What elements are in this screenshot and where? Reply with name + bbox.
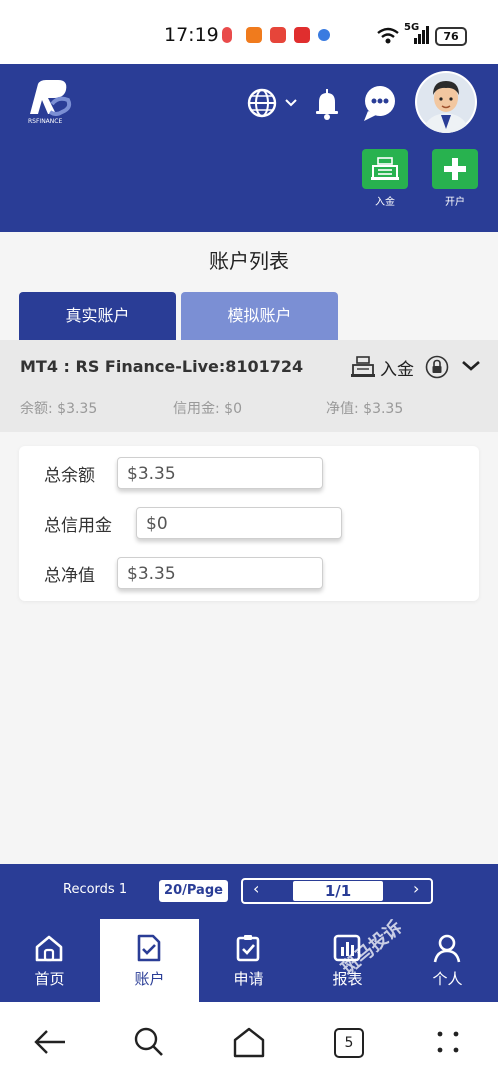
pagination-bar: Records 1 20/Page ‹ 1/1 › — [0, 864, 498, 919]
cash-register-icon — [371, 157, 399, 180]
system-navigation-bar: 5 — [0, 1002, 498, 1080]
back-icon[interactable] — [33, 1028, 67, 1056]
home-icon — [35, 935, 63, 962]
nav-label-apply: 申请 — [233, 970, 264, 988]
nav-item-account[interactable]: 账户 — [100, 919, 199, 1002]
status-time: 17:19 — [164, 24, 219, 46]
bottom-nav: 首页 账户 申请 报表 个人 — [0, 919, 498, 1002]
page-title: 账户列表 — [0, 232, 498, 292]
globe-icon — [247, 88, 297, 118]
page-navigator: ‹ 1/1 › — [241, 878, 433, 904]
user-avatar-icon — [417, 73, 475, 133]
plus-icon — [444, 158, 466, 180]
language-selector[interactable] — [247, 87, 297, 119]
total-credit-label: 总信用金 — [44, 516, 112, 536]
account-doc-icon — [137, 934, 161, 962]
deposit-label: 入金 — [375, 197, 395, 208]
current-page: 1/1 — [293, 881, 383, 901]
nav-label-account: 账户 — [134, 970, 165, 988]
total-equity-field: $3.35 — [117, 557, 323, 589]
app-notification-icon — [270, 27, 286, 43]
records-count: Records 1 — [63, 882, 128, 897]
battery-indicator: 76 — [435, 27, 467, 46]
logo-mark-icon — [30, 80, 72, 116]
deposit-quick-action[interactable]: 入金 — [362, 149, 408, 208]
open-account-quick-action[interactable]: 开户 — [432, 149, 478, 208]
home-icon[interactable] — [232, 1026, 266, 1058]
prev-page-icon[interactable]: ‹ — [253, 879, 259, 898]
open-account-label: 开户 — [445, 197, 465, 208]
chevron-down-icon — [285, 99, 297, 107]
account-name: MT4 : RS Finance-Live:8101724 — [20, 357, 304, 376]
nav-item-profile[interactable]: 个人 — [398, 919, 497, 1002]
account-deposit-link[interactable]: 入金 — [380, 355, 414, 380]
person-icon — [433, 934, 461, 963]
status-bar: 17:19 5G 76 — [0, 0, 498, 64]
page-size-select[interactable]: 20/Page — [159, 880, 228, 902]
total-balance-field: $3.35 — [117, 457, 323, 489]
nav-item-home[interactable]: 首页 — [0, 919, 99, 1002]
recent-apps-button[interactable]: 5 — [334, 1028, 364, 1058]
customer-service-icon[interactable] — [360, 83, 400, 123]
nav-label-home: 首页 — [34, 970, 65, 988]
nav-label-profile: 个人 — [432, 970, 463, 988]
deposit-button[interactable] — [362, 149, 408, 189]
account-credit: 信用金: $0 — [173, 401, 242, 417]
total-credit-field: $0 — [136, 507, 342, 539]
account-equity: 净值: $3.35 — [326, 401, 404, 417]
app-notification-icon — [294, 27, 310, 43]
company-logo: RSFINANCE — [28, 80, 88, 128]
app-header: RSFINANCE 入金 开户 — [0, 64, 498, 232]
open-account-button[interactable] — [432, 149, 478, 189]
bell-icon[interactable] — [313, 88, 341, 120]
cash-register-icon[interactable] — [351, 356, 377, 378]
total-equity-label: 总净值 — [44, 566, 95, 586]
more-icon[interactable] — [436, 1030, 460, 1054]
nav-item-apply[interactable]: 申请 — [199, 919, 298, 1002]
tab-demo-account[interactable]: 模拟账户 — [181, 292, 338, 340]
search-icon[interactable] — [133, 1026, 165, 1058]
chevron-down-icon[interactable] — [460, 358, 482, 374]
avatar[interactable] — [415, 71, 477, 133]
account-card[interactable]: MT4 : RS Finance-Live:8101724 入金 余额: $3.… — [0, 340, 498, 432]
app-notification-icon — [318, 29, 330, 41]
wifi-icon — [377, 27, 399, 44]
next-page-icon[interactable]: › — [413, 879, 419, 898]
logo-text: RSFINANCE — [28, 118, 63, 125]
lock-icon[interactable] — [425, 355, 449, 379]
summary-card: 总余额 $3.35 总信用金 $0 总净值 $3.35 — [19, 446, 479, 601]
tab-real-account[interactable]: 真实账户 — [19, 292, 176, 340]
app-notification-icon — [246, 27, 262, 43]
apply-icon — [236, 935, 260, 962]
account-balance: 余额: $3.35 — [20, 401, 98, 417]
signal-icon — [414, 26, 429, 44]
total-balance-label: 总余额 — [44, 466, 95, 486]
app-notification-icon — [222, 27, 232, 43]
